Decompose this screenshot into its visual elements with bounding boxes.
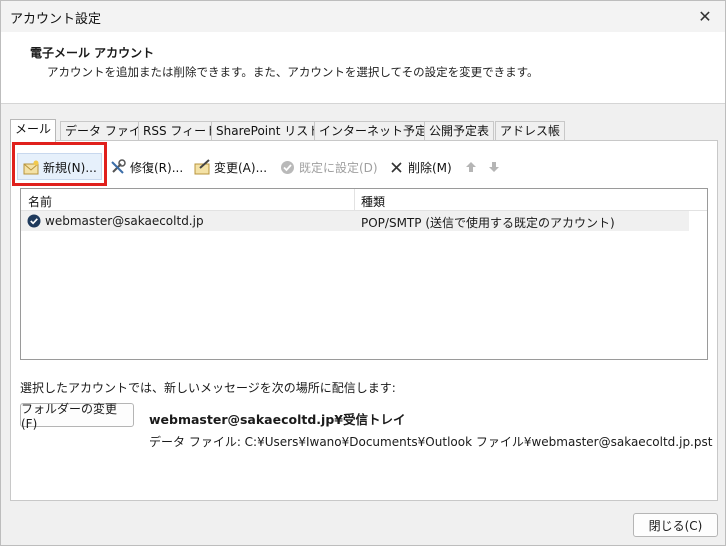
checkmark-circle-icon — [278, 158, 296, 176]
move-up-button[interactable] — [462, 156, 483, 178]
repair-button[interactable]: 修復(R)... — [109, 156, 183, 178]
title-bar: アカウント設定 ✕ — [1, 1, 725, 32]
new-account-icon — [22, 158, 40, 176]
column-separator[interactable] — [354, 189, 355, 211]
repair-label: 修復(R)... — [130, 160, 184, 175]
delivery-target-folder: webmaster@sakaecoltd.jp¥受信トレイ — [149, 412, 406, 427]
delete-label: 削除(M) — [408, 160, 452, 175]
data-file-path: データ ファイル: C:¥Users¥Iwano¥Documents¥Outlo… — [149, 435, 713, 449]
arrow-down-icon — [485, 158, 503, 176]
column-name-header[interactable]: 名前 — [28, 193, 52, 210]
tab-mail[interactable]: メール — [10, 119, 57, 142]
change-folder-button[interactable]: フォルダーの変更(F) — [20, 402, 134, 431]
header-panel: 電子メール アカウント アカウントを追加または削除できます。また、アカウントを選… — [1, 32, 725, 104]
repair-icon — [109, 158, 127, 176]
change-icon — [193, 158, 211, 176]
tab-sharepoint-lists[interactable]: SharePoint リスト — [211, 121, 326, 141]
new-account-label: 新規(N)... — [43, 160, 97, 175]
new-account-button[interactable]: 新規(N)... — [22, 156, 97, 178]
account-list[interactable]: 名前 種類 webmaster@sakaecoltd.jp POP/SMTP (… — [20, 188, 708, 360]
close-button[interactable]: 閉じる(C) — [633, 513, 718, 537]
account-settings-dialog: アカウント設定 ✕ 電子メール アカウント アカウントを追加または削除できます。… — [0, 0, 726, 546]
move-down-button[interactable] — [485, 156, 506, 178]
column-type-header[interactable]: 種類 — [361, 193, 385, 210]
account-list-header: 名前 種類 — [21, 189, 707, 211]
header-description: アカウントを追加または削除できます。また、アカウントを選択してその設定を変更でき… — [47, 65, 539, 79]
account-type: POP/SMTP (送信で使用する既定のアカウント) — [361, 216, 615, 230]
tab-published-calendars[interactable]: 公開予定表 — [424, 121, 495, 141]
change-label: 変更(A)... — [214, 160, 268, 175]
close-icon[interactable]: ✕ — [691, 3, 719, 29]
arrow-up-icon — [462, 158, 480, 176]
default-account-check-icon — [27, 214, 41, 228]
delete-x-icon — [387, 158, 405, 176]
account-name: webmaster@sakaecoltd.jp — [45, 214, 204, 228]
change-button[interactable]: 変更(A)... — [193, 156, 267, 178]
delete-button[interactable]: 削除(M) — [387, 156, 452, 178]
set-default-label: 既定に設定(D) — [299, 160, 378, 175]
header-title: 電子メール アカウント — [30, 46, 155, 60]
table-row[interactable]: webmaster@sakaecoltd.jp POP/SMTP (送信で使用す… — [21, 211, 689, 231]
tab-address-books[interactable]: アドレス帳 — [495, 121, 566, 141]
window-title: アカウント設定 — [10, 12, 102, 27]
delivery-location-label: 選択したアカウントでは、新しいメッセージを次の場所に配信します: — [20, 381, 396, 395]
set-default-button[interactable]: 既定に設定(D) — [278, 156, 378, 178]
